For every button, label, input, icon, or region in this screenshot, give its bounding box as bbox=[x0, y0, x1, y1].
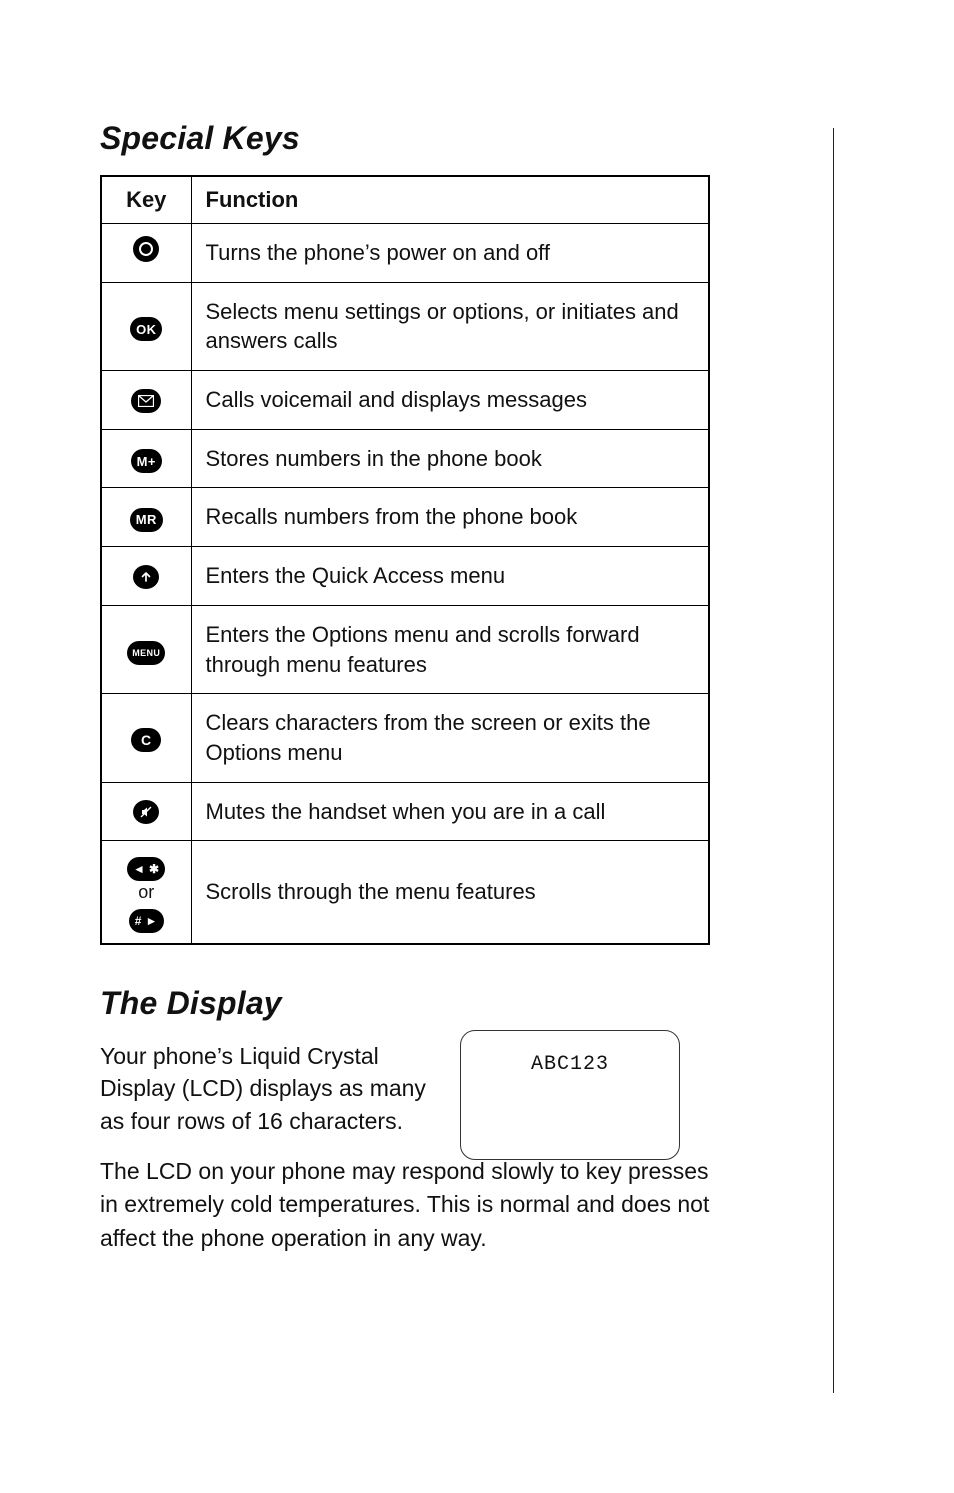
func-cell: Enters the Options menu and scrolls forw… bbox=[191, 605, 709, 693]
key-cell-mplus: M+ bbox=[101, 429, 191, 488]
content-column: Special Keys Key Function Turns the phon… bbox=[100, 120, 710, 1255]
th-key: Key bbox=[101, 176, 191, 224]
left-star-icon: ◄ ✱ bbox=[127, 857, 165, 881]
power-icon bbox=[133, 236, 159, 262]
lcd-illustration: ABC123 bbox=[460, 1030, 680, 1160]
up-arrow-icon bbox=[133, 565, 159, 589]
heading-special-keys: Special Keys bbox=[100, 120, 710, 157]
key-cell-scroll: ◄ ✱ or # ► bbox=[101, 841, 191, 945]
table-row: Turns the phone’s power on and off bbox=[101, 224, 709, 283]
func-cell: Recalls numbers from the phone book bbox=[191, 488, 709, 547]
hash-right-icon: # ► bbox=[129, 909, 164, 933]
ok-icon: OK bbox=[130, 317, 162, 341]
func-cell: Selects menu settings or options, or ini… bbox=[191, 282, 709, 370]
key-cell-menu: MENU bbox=[101, 605, 191, 693]
mplus-icon: M+ bbox=[131, 449, 162, 473]
key-cell-ok: OK bbox=[101, 282, 191, 370]
page: Special Keys Key Function Turns the phon… bbox=[0, 0, 954, 1493]
table-row: Enters the Quick Access menu bbox=[101, 547, 709, 606]
mr-icon: MR bbox=[130, 508, 163, 532]
func-cell: Calls voicemail and displays messages bbox=[191, 371, 709, 430]
func-cell: Clears characters from the screen or exi… bbox=[191, 694, 709, 782]
func-cell: Stores numbers in the phone book bbox=[191, 429, 709, 488]
func-cell: Mutes the handset when you are in a call bbox=[191, 782, 709, 841]
key-cell-power bbox=[101, 224, 191, 283]
key-cell-mail bbox=[101, 371, 191, 430]
func-cell: Enters the Quick Access menu bbox=[191, 547, 709, 606]
mail-icon bbox=[131, 389, 161, 413]
table-row: ◄ ✱ or # ► Scrolls through the menu feat… bbox=[101, 841, 709, 945]
heading-the-display: The Display bbox=[100, 985, 710, 1022]
table-row: OK Selects menu settings or options, or … bbox=[101, 282, 709, 370]
display-intro: Your phone’s Liquid Crystal Display (LCD… bbox=[100, 1040, 440, 1137]
key-cell-mr: MR bbox=[101, 488, 191, 547]
th-function: Function bbox=[191, 176, 709, 224]
table-row: Calls voicemail and displays messages bbox=[101, 371, 709, 430]
key-cell-up bbox=[101, 547, 191, 606]
lcd-text: ABC123 bbox=[531, 1053, 609, 1076]
key-cell-c: C bbox=[101, 694, 191, 782]
display-section: ABC123 Your phone’s Liquid Crystal Displ… bbox=[100, 1040, 710, 1255]
mute-icon bbox=[133, 800, 159, 824]
func-cell: Turns the phone’s power on and off bbox=[191, 224, 709, 283]
c-icon: C bbox=[131, 728, 161, 752]
table-row: MR Recalls numbers from the phone book bbox=[101, 488, 709, 547]
vertical-rule bbox=[833, 128, 834, 1393]
table-row: MENU Enters the Options menu and scrolls… bbox=[101, 605, 709, 693]
func-cell: Scrolls through the menu features bbox=[191, 841, 709, 945]
display-para2: The LCD on your phone may respond slowly… bbox=[100, 1155, 710, 1255]
key-cell-mute bbox=[101, 782, 191, 841]
keys-table: Key Function Turns the phone’s power on … bbox=[100, 175, 710, 945]
menu-icon: MENU bbox=[127, 641, 165, 665]
or-label: or bbox=[108, 883, 185, 901]
table-row: Mutes the handset when you are in a call bbox=[101, 782, 709, 841]
table-row: M+ Stores numbers in the phone book bbox=[101, 429, 709, 488]
table-row: C Clears characters from the screen or e… bbox=[101, 694, 709, 782]
